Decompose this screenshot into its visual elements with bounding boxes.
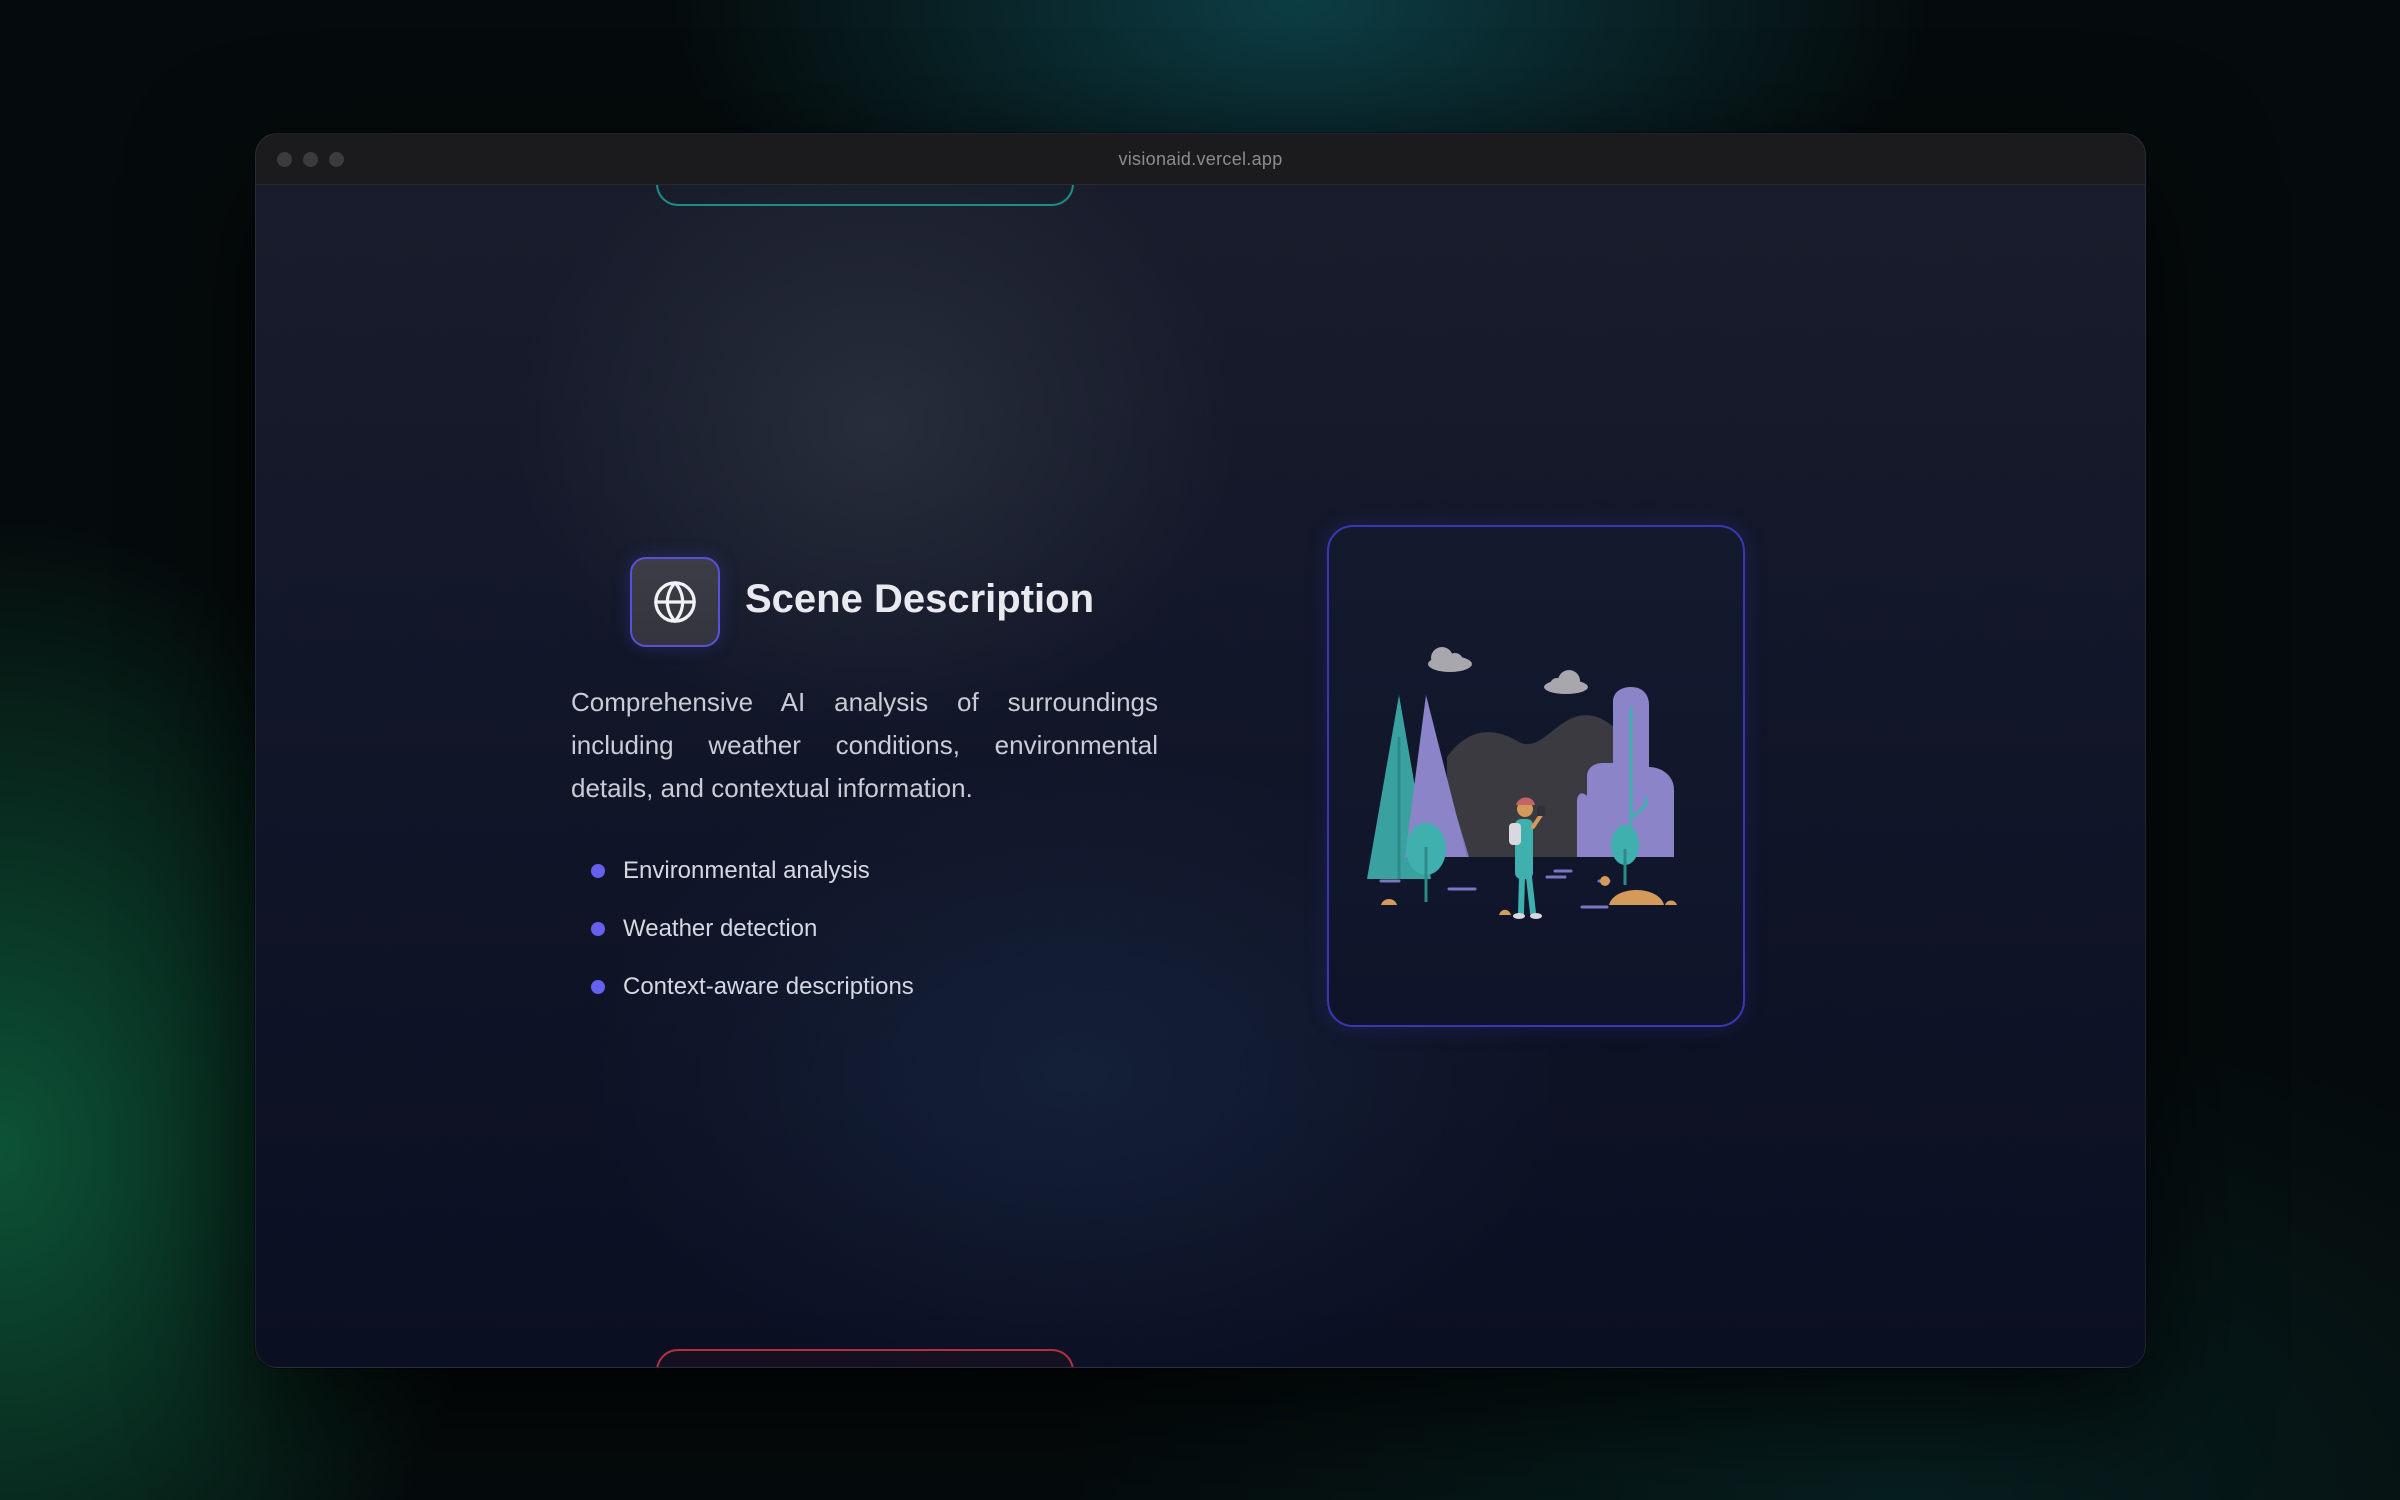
bullet-dot-icon <box>591 922 605 936</box>
title-bar: visionaid.vercel.app <box>256 134 2145 185</box>
bullet-item: Weather detection <box>591 900 914 958</box>
bullet-text: Weather detection <box>623 915 818 942</box>
feature-title: Scene Description <box>745 577 1095 621</box>
bullet-item: Context-aware descriptions <box>591 958 914 1016</box>
globe-icon <box>654 581 696 623</box>
bullet-text: Environmental analysis <box>623 857 870 884</box>
feature-icon-tile <box>630 557 720 647</box>
window-url: visionaid.vercel.app <box>1118 149 1283 169</box>
bullet-dot-icon <box>591 980 605 994</box>
bullet-item: Environmental analysis <box>591 842 914 900</box>
feature-bullet-list: Environmental analysis Weather detection… <box>591 842 914 1016</box>
browser-window: visionaid.vercel.app Scene Description C… <box>255 133 2146 1368</box>
bullet-dot-icon <box>591 864 605 878</box>
bullet-text: Context-aware descriptions <box>623 973 914 1000</box>
outdoor-scene-illustration <box>1367 647 1677 919</box>
next-feature-card[interactable] <box>656 1349 1074 1367</box>
illustration-card <box>1327 525 1745 1027</box>
feature-description: Comprehensive AI analysis of surrounding… <box>571 687 1158 803</box>
